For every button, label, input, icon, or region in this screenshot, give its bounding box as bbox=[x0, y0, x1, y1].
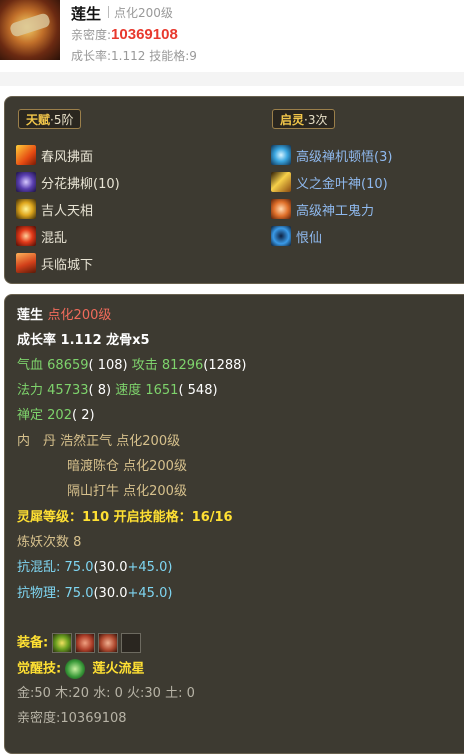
talent-skill-label: 兵临城下 bbox=[41, 257, 94, 273]
mp-value: 45733 bbox=[47, 383, 89, 398]
lianyao-line: 炼妖次数 8 bbox=[17, 535, 82, 550]
spd-value: 1651 bbox=[145, 383, 179, 398]
atk-label: 攻击 bbox=[131, 358, 158, 373]
talent-skill-4[interactable]: 混乱 bbox=[16, 225, 67, 247]
pet-header: 莲生 点化200级 亲密度:10369108 成长率:1.112 技能格:9 bbox=[0, 0, 464, 72]
equip-label: 装备: bbox=[17, 635, 49, 651]
kanghunluan-b: +45.0) bbox=[127, 560, 173, 575]
neidan-line: 内 丹 浩然正气 点化200级 bbox=[17, 433, 180, 451]
talent-title: 天赋 bbox=[26, 113, 51, 127]
ghost-power-icon bbox=[271, 199, 291, 219]
talent-skill-5[interactable]: 兵临城下 bbox=[16, 252, 93, 274]
juexing-label: 觉醒技: bbox=[17, 661, 62, 677]
equip-slot-2[interactable] bbox=[75, 633, 96, 653]
lingxi-line: 灵犀等级：110 开启技能格：16/16 bbox=[17, 510, 233, 525]
equip-slot-4[interactable] bbox=[121, 633, 142, 653]
talent-skill-3[interactable]: 吉人天相 bbox=[16, 198, 93, 220]
intimacy-row: 亲密度:10369108 bbox=[71, 26, 178, 43]
chaos-icon bbox=[16, 226, 36, 246]
awaken-skill-label: 高级神工鬼力 bbox=[296, 203, 375, 219]
kanghunluan-line: 抗混乱: 75.0(30.0+45.0) bbox=[17, 559, 172, 577]
equip-slot-1[interactable] bbox=[52, 633, 73, 653]
kangwuli-line: 抗物理: 75.0(30.0+45.0) bbox=[17, 585, 172, 603]
atk-value: 81296 bbox=[161, 358, 204, 373]
gold-leaf-icon bbox=[271, 172, 291, 192]
awaken-tag: 启灵·3次 bbox=[272, 109, 336, 129]
juexing-line: 觉醒技: 莲火流星 bbox=[17, 659, 145, 679]
awaken-skill-2[interactable]: 义之金叶神(10) bbox=[271, 171, 388, 193]
divider bbox=[108, 6, 109, 18]
neidan-label: 内 丹 bbox=[17, 434, 57, 449]
juexing-skill[interactable]: 莲火流星 bbox=[92, 662, 144, 677]
awaken-skill-3[interactable]: 高级神工鬼力 bbox=[271, 198, 374, 220]
kanghunluan-a: (30.0 bbox=[93, 560, 128, 575]
zen-icon bbox=[271, 145, 291, 165]
talent-skill-label: 混乱 bbox=[41, 230, 68, 246]
intimacy-value: 10369108 bbox=[111, 26, 178, 43]
awaken-skill-label: 恨仙 bbox=[296, 230, 323, 246]
spd-label: 速度 bbox=[115, 383, 142, 398]
equip-line: 装备: bbox=[17, 633, 144, 653]
hp-bonus: ( 108) bbox=[88, 358, 128, 373]
talent-skill-2[interactable]: 分花拂柳(10) bbox=[16, 171, 120, 193]
awaken-skill-1[interactable]: 高级禅机顿悟(3) bbox=[271, 144, 392, 166]
hp-value: 68659 bbox=[47, 358, 89, 373]
awaken-title: 启灵 bbox=[280, 113, 305, 127]
details-name: 莲生 bbox=[17, 308, 44, 323]
talent-tag: 天赋·5阶 bbox=[18, 109, 82, 129]
details-panel: 莲生 点化200级 成长率 1.112 龙骨x5 气血 68659( 108) … bbox=[4, 294, 464, 754]
flower-icon bbox=[16, 172, 36, 192]
intimacy-line: 亲密度:10369108 bbox=[17, 711, 127, 726]
skills-panel: 天赋·5阶 启灵·3次 春风拂面 分花拂柳(10) 吉人天相 混乱 兵临城下 高… bbox=[4, 96, 464, 284]
kanghunluan-total: 75.0 bbox=[64, 560, 94, 575]
lotus-fire-icon[interactable] bbox=[65, 659, 86, 679]
kanghunluan-label: 抗混乱: bbox=[17, 560, 61, 575]
details-title: 莲生 点化200级 bbox=[17, 307, 111, 325]
awaken-skill-4[interactable]: 恨仙 bbox=[271, 225, 322, 247]
mp-spd-line: 法力 45733( 8) 速度 1651( 548) bbox=[17, 382, 218, 400]
city-icon bbox=[16, 253, 36, 273]
mp-bonus: ( 8) bbox=[88, 383, 112, 398]
neidan-2: 暗渡陈仓 点化200级 bbox=[67, 459, 187, 474]
hp-label: 气血 bbox=[17, 358, 44, 373]
kangwuli-b: +45.0) bbox=[127, 586, 173, 601]
equip-slot-3[interactable] bbox=[98, 633, 119, 653]
talent-skill-1[interactable]: 春风拂面 bbox=[16, 144, 93, 166]
talent-skill-label: 分花拂柳(10) bbox=[41, 176, 120, 192]
awaken-skill-label: 高级禅机顿悟(3) bbox=[296, 149, 393, 165]
zen-bonus: ( 2) bbox=[71, 408, 95, 423]
spd-bonus: ( 548) bbox=[178, 383, 218, 398]
atk-bonus: (1288) bbox=[203, 358, 247, 373]
neidan-1: 浩然正气 点化200级 bbox=[60, 434, 181, 449]
awaken-skill-label: 义之金叶神(10) bbox=[296, 176, 388, 192]
neidan-3: 隔山打牛 点化200级 bbox=[67, 484, 187, 499]
zen-label: 禅定 bbox=[17, 408, 44, 423]
talent-rank: ·5阶 bbox=[50, 113, 74, 127]
awaken-count: ·3次 bbox=[304, 113, 328, 127]
growth-line: 成长率 1.112 龙骨x5 bbox=[17, 333, 150, 348]
pet-name: 莲生 bbox=[71, 5, 102, 23]
star-icon bbox=[16, 199, 36, 219]
zen-line: 禅定 202( 2) bbox=[17, 407, 95, 425]
talent-skill-label: 春风拂面 bbox=[41, 149, 94, 165]
intimacy-label: 亲密度: bbox=[71, 28, 112, 42]
section-gap bbox=[0, 72, 464, 86]
details-level: 点化200级 bbox=[47, 308, 112, 323]
wind-icon bbox=[16, 145, 36, 165]
kangwuli-label: 抗物理: bbox=[17, 586, 61, 601]
mp-label: 法力 bbox=[17, 383, 44, 398]
growth-row: 成长率:1.112 技能格:9 bbox=[71, 49, 197, 63]
talent-skill-label: 吉人天相 bbox=[41, 203, 94, 219]
zen-value: 202 bbox=[47, 408, 72, 423]
kangwuli-a: (30.0 bbox=[93, 586, 128, 601]
hp-atk-line: 气血 68659( 108) 攻击 81296(1288) bbox=[17, 357, 247, 375]
elements-line: 金:50 木:20 水: 0 火:30 土: 0 bbox=[17, 686, 195, 701]
hate-icon bbox=[271, 226, 291, 246]
pet-avatar[interactable] bbox=[0, 0, 60, 60]
pet-level: 点化200级 bbox=[114, 6, 173, 20]
kangwuli-total: 75.0 bbox=[64, 586, 94, 601]
